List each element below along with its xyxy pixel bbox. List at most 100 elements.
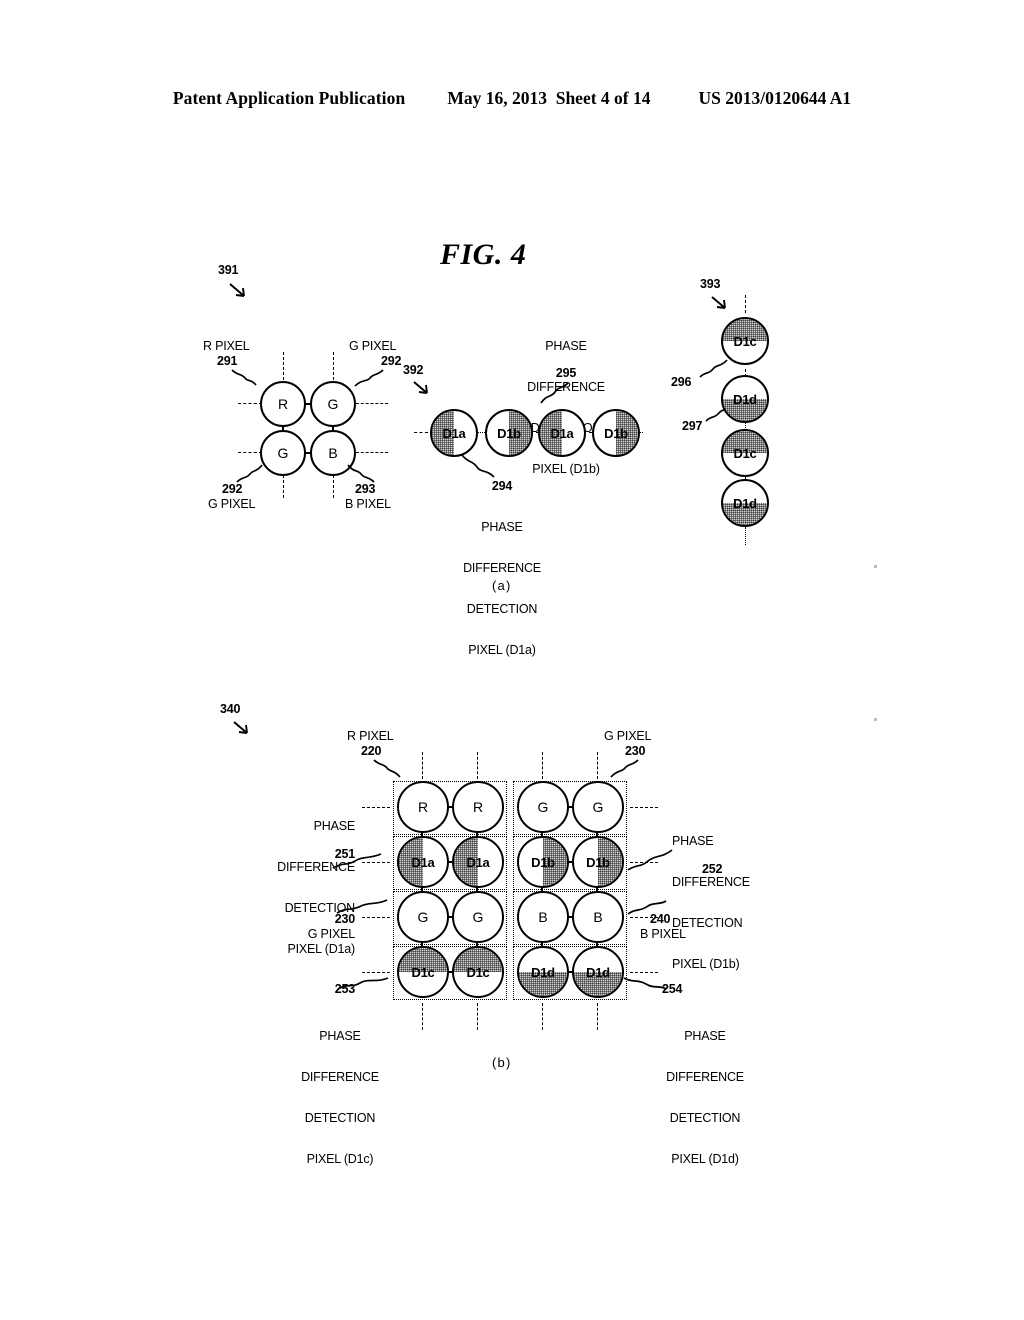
ref-220: 220 [361,744,382,758]
ref-393: 393 [700,277,721,291]
leader-220 [373,759,401,778]
callout-line: PIXEL (D1b) [532,461,600,476]
guide-line-row392-left [414,432,428,433]
pixel-label: G [327,396,339,412]
grid-nub [447,806,454,809]
pixel-label: G [592,799,604,815]
pixel-label: R [277,396,289,412]
guide-line-col393-bottom [745,527,746,545]
leader-296 [699,359,728,378]
leader-291 [231,369,257,386]
ref-293: 293 [355,482,376,496]
leader-292-top [354,369,384,387]
callout-line: DIFFERENCE [666,1069,744,1084]
ref-230-top: 230 [625,744,646,758]
callout-line: DETECTION [669,1110,741,1125]
pixel-label: G [277,445,289,461]
pixel-label: B [593,909,603,925]
pixel-circle-g-292-bottom: G [260,430,306,476]
pd-pixel-label: D1a [442,425,466,441]
grid-nub [447,971,454,974]
grid-nub [447,916,454,919]
grid-circle-d1c-3-0: D1c [397,946,449,998]
ref-291: 291 [217,354,238,368]
grid-nub [567,861,574,864]
ref-297: 297 [682,419,703,433]
pd-circle-d1c-2: D1c [721,429,769,477]
guide-line-v1 [283,352,284,380]
pd-circle-d1b-295: D1b [485,409,533,457]
label-g-pixel-292-bottom: G PIXEL [208,497,256,512]
grid-guide-h-r-2 [630,862,658,863]
grid-circle-d1b-1-3: D1b [572,836,624,888]
ref-340: 340 [220,702,241,716]
grid-guide-h-l-4 [362,972,390,973]
label-text: G PIXEL [208,497,256,511]
ref-294: 294 [491,479,513,493]
pd-pixel-label: D1d [733,391,757,407]
ref-251: 251 [334,847,355,861]
callout-line: DETECTION [672,915,743,930]
callout-line: PHASE [313,819,356,834]
pixel-label: B [328,445,338,461]
ref-253: 253 [334,982,355,996]
ref-252: 252 [702,862,723,876]
pd-pixel-label: D1d [531,964,555,980]
callout-line: DIFFERENCE [277,859,355,874]
grid-circle-r-0-0: R [397,781,449,833]
callout-line: PIXEL (D1c) [306,1151,374,1166]
callout-253-text: PHASE DIFFERENCE DETECTION PIXEL (D1c) [255,1003,425,1193]
grid-guide-v-top-3 [542,752,543,779]
page-header: Patent Application Publication May 16, 2… [0,88,1024,109]
callout-line: PHASE [319,1029,361,1044]
grid-nub [541,831,544,838]
grid-nub [567,971,574,974]
grid-circle-d1b-1-2: D1b [517,836,569,888]
grid-nub [421,941,424,948]
grid-nub [567,806,574,809]
guide-line-v2 [333,352,334,380]
label-b-pixel-240: B PIXEL [640,927,686,942]
pixel-label: G [472,909,484,925]
ref-392-arrow [413,381,428,394]
pixel-circle-b-293: B [310,430,356,476]
guide-line-h1 [238,403,262,404]
leader-230-top [610,759,639,778]
callout-line: PIXEL (D1b) [672,956,740,971]
grid-circle-g-0-3: G [572,781,624,833]
callout-254-text: PHASE DIFFERENCE DETECTION PIXEL (D1d) [620,1003,790,1193]
pd-circle-d1c-296: D1c [721,317,769,365]
grid-guide-h-l-2 [362,862,390,863]
grid-circle-b-2-2: B [517,891,569,943]
pd-pixel-label: D1a [411,854,435,870]
callout-line: DIFFERENCE [672,874,750,889]
pd-pixel-label: D1a [466,854,490,870]
grid-guide-v-top-2 [477,752,478,779]
label-g-pixel-230-lower: G PIXEL [260,927,355,942]
grid-circle-g-2-0: G [397,891,449,943]
grid-circle-d1a-1-0: D1a [397,836,449,888]
ref-240: 240 [650,912,671,926]
grid-nub [541,941,544,948]
pd-circle-d1d-297: D1d [721,375,769,423]
ref-391-arrow [229,283,245,297]
header-publication: Patent Application Publication [172,88,406,108]
label-g-pixel-230-top: G PIXEL [604,729,651,744]
callout-line: DETECTION [466,601,538,616]
label-text: G PIXEL [307,927,355,941]
pd-pixel-label: D1d [733,495,757,511]
grid-nub [596,941,599,948]
grid-nub [541,886,544,893]
header-date-sheet: May 16, 2013 Sheet 4 of 14 [447,88,651,108]
ref-292-bottom: 292 [222,482,243,496]
grid-nub [476,886,479,893]
pixel-label: R [417,799,429,815]
label-r-pixel-291: R PIXEL [203,339,250,354]
scan-artifact [874,565,877,568]
pd-circle-d1a-2: D1a [538,409,586,457]
connector-nub [304,403,312,406]
ref-296: 296 [671,375,692,389]
grid-nub [421,886,424,893]
callout-line: PHASE [545,339,587,354]
pixel-label: G [537,799,549,815]
